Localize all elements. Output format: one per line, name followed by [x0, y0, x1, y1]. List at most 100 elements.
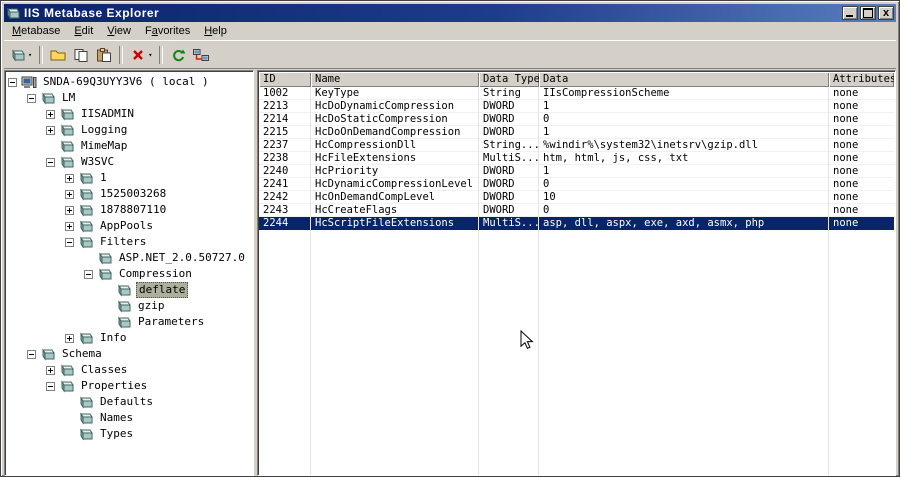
table-row[interactable]: 1002 KeyType String IIsCompressionScheme non…: [259, 87, 894, 100]
tree-item-mimemap[interactable]: MimeMap: [6, 138, 253, 154]
tree-item-compression[interactable]: Compression: [6, 266, 253, 282]
db-icon: [40, 91, 57, 105]
copy-button[interactable]: [70, 44, 92, 66]
column-header-attributes[interactable]: Attributes: [829, 72, 894, 87]
tree-expander[interactable]: [84, 269, 93, 279]
table-row[interactable]: 2238 HcFileExtensions MultiS... htm, html, …: [259, 152, 894, 165]
tree-expander[interactable]: [27, 349, 36, 359]
refresh-icon: [170, 47, 186, 62]
table-row[interactable]: 2241 HcDynamicCompressionLevel DWORD 0 none: [259, 178, 894, 191]
tree-expander[interactable]: [65, 205, 74, 215]
delete-button[interactable]: ▾: [127, 44, 155, 66]
menu-edit[interactable]: Edit: [67, 23, 100, 39]
tree-item-gzip[interactable]: gzip: [6, 298, 253, 314]
tree-item-info[interactable]: Info: [6, 330, 253, 346]
column-header-data[interactable]: Data: [539, 72, 829, 87]
tree-expander[interactable]: [65, 221, 74, 231]
paste-button[interactable]: [93, 44, 115, 66]
tree-expander[interactable]: [8, 77, 17, 87]
table-row[interactable]: 2237 HcCompressionDll String... %windir%\sy…: [259, 139, 894, 152]
tree-item-1525003268[interactable]: 1525003268: [6, 186, 253, 202]
db-icon: [116, 283, 133, 297]
window-title: IIS Metabase Explorer: [24, 6, 160, 20]
tree-expander[interactable]: [65, 189, 74, 199]
new-key-button-dropdown[interactable]: ▾: [28, 51, 32, 59]
tree-expander[interactable]: [27, 93, 36, 103]
open-button[interactable]: [47, 44, 69, 66]
db-icon: [78, 235, 95, 249]
table-row[interactable]: 2244 HcScriptFileExtensions MultiS... asp, …: [259, 217, 894, 230]
list-body[interactable]: 1002 KeyType String IIsCompressionScheme non…: [259, 87, 894, 475]
cell-data-type: MultiS...: [483, 217, 539, 229]
table-row[interactable]: 2213 HcDoDynamicCompression DWORD 1 none: [259, 100, 894, 113]
tree-expander[interactable]: [46, 125, 55, 135]
column-header-name[interactable]: Name: [311, 72, 479, 87]
delete-button-dropdown[interactable]: ▾: [148, 51, 152, 59]
tree-item-deflate[interactable]: deflate: [6, 282, 253, 298]
tree-item-iisadmin[interactable]: IISADMIN: [6, 106, 253, 122]
tree-item-1[interactable]: 1: [6, 170, 253, 186]
cell-data-type: DWORD: [483, 191, 515, 203]
menu-help[interactable]: Help: [197, 23, 234, 39]
toolbar: ▾ ▾: [4, 40, 896, 69]
column-header-id[interactable]: ID: [259, 72, 311, 87]
tree-item-asp-net-2-0-50727-0[interactable]: ASP.NET_2.0.50727.0: [6, 250, 253, 266]
cell-data-type: DWORD: [483, 126, 515, 138]
tree-item-schema[interactable]: Schema: [6, 346, 253, 362]
tree-item-classes[interactable]: Classes: [6, 362, 253, 378]
tree-item-label: deflate: [136, 282, 189, 298]
table-row[interactable]: 2214 HcDoStaticCompression DWORD 0 none: [259, 113, 894, 126]
tree-expander[interactable]: [65, 237, 74, 247]
tree-item-w3svc[interactable]: W3SVC: [6, 154, 253, 170]
tree-item-1878807110[interactable]: 1878807110: [6, 202, 253, 218]
tree-expander[interactable]: [46, 365, 55, 375]
tree-item-types[interactable]: Types: [6, 426, 253, 442]
tree-item-label: Compression: [119, 267, 192, 280]
network-icon: [193, 47, 210, 62]
tree-expander[interactable]: [46, 109, 55, 119]
menu-view[interactable]: View: [100, 23, 138, 39]
tree-expander[interactable]: [65, 173, 74, 183]
cell-attributes: none: [833, 152, 859, 164]
tree-expander-spacer: [65, 430, 74, 439]
cell-name: HcDynamicCompressionLevel: [315, 178, 474, 190]
table-row[interactable]: 2242 HcOnDemandCompLevel DWORD 10 none: [259, 191, 894, 204]
close-button[interactable]: x: [878, 6, 894, 20]
new-key-button[interactable]: ▾: [7, 44, 35, 66]
tree-item-logging[interactable]: Logging: [6, 122, 253, 138]
cell-id: 2242: [263, 191, 289, 203]
cell-name: HcScriptFileExtensions: [315, 217, 455, 229]
tree-expander-spacer: [103, 286, 112, 295]
tree-item-names[interactable]: Names: [6, 410, 253, 426]
cell-data-type: MultiS...: [483, 152, 539, 164]
tree-expander[interactable]: [46, 381, 55, 391]
refresh-button[interactable]: [167, 44, 189, 66]
cell-data: IIsCompressionScheme: [543, 87, 670, 99]
table-row[interactable]: 2243 HcCreateFlags DWORD 0 none: [259, 204, 894, 217]
column-header-data-type[interactable]: Data Type: [479, 72, 539, 87]
tree-item-filters[interactable]: Filters: [6, 234, 253, 250]
tree-item-label: 1878807110: [100, 203, 167, 216]
tree-item-label: MimeMap: [81, 139, 128, 152]
menu-favorites[interactable]: Favorites: [138, 23, 197, 39]
table-row[interactable]: 2240 HcPriority DWORD 1 none: [259, 165, 894, 178]
menu-metabase[interactable]: Metabase: [5, 23, 67, 39]
maximize-button[interactable]: [860, 6, 876, 20]
window-controls: x: [842, 6, 894, 20]
tree-item-apppools[interactable]: AppPools: [6, 218, 253, 234]
db-icon: [78, 331, 95, 345]
tree-expander[interactable]: [65, 333, 74, 343]
tree-item-defaults[interactable]: Defaults: [6, 394, 253, 410]
copy-icon: [73, 47, 89, 62]
cell-attributes: none: [833, 178, 859, 190]
tree-item-properties[interactable]: Properties: [6, 378, 253, 394]
table-row[interactable]: 2215 HcDoOnDemandCompression DWORD 1 none: [259, 126, 894, 139]
tree-item-parameters[interactable]: Parameters: [6, 314, 253, 330]
property-list-panel: ID Name Data Type Data Attributes 1002 KeyTyp…: [257, 70, 896, 476]
tree-item-lm[interactable]: LM: [6, 90, 253, 106]
minimize-button[interactable]: [842, 6, 858, 20]
title-bar[interactable]: IIS Metabase Explorer x: [4, 4, 896, 22]
tree-expander[interactable]: [46, 157, 55, 167]
connect-button[interactable]: [190, 44, 212, 66]
tree-item-snda-69q3uyy3v6-local[interactable]: SNDA-69Q3UYY3V6 ( local ): [6, 74, 253, 90]
